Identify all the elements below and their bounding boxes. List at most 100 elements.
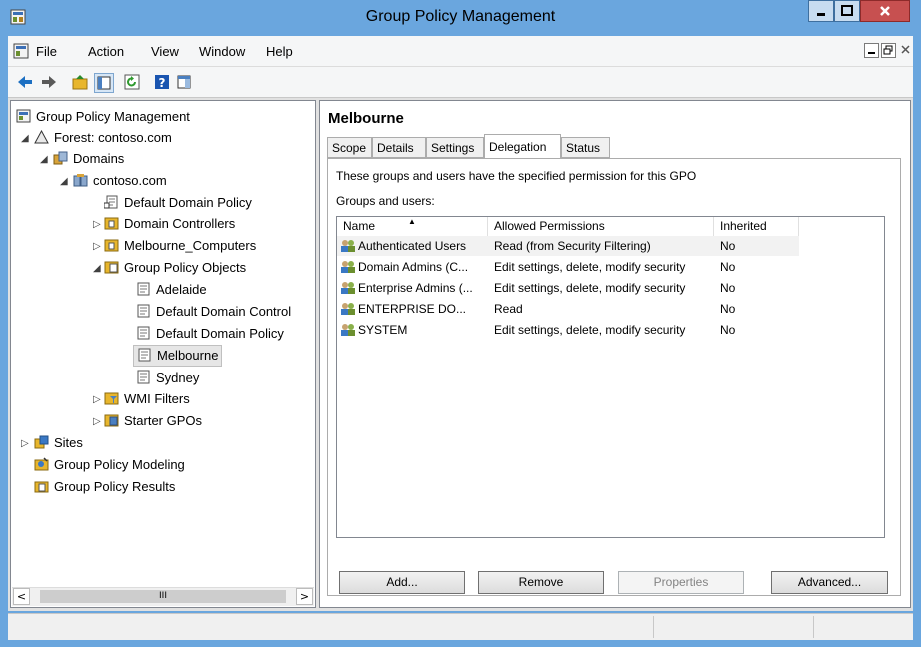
row-inherited: No [720,302,736,316]
results-icon [34,481,49,493]
toolbar: ? [8,67,913,98]
tree-item-contoso[interactable]: contoso.com [73,171,167,191]
gpo-icon [137,304,150,318]
refresh-icon[interactable] [123,73,141,91]
tab-details[interactable]: Details [372,137,426,158]
expand-arrow-icon[interactable]: ▷ [93,416,101,427]
close-icon [880,6,890,16]
menu-help[interactable]: Help [266,44,293,59]
domain-icon [73,174,88,187]
table-row[interactable]: Authenticated Users Read (from Security … [337,236,799,256]
child-restore-button[interactable] [881,43,896,58]
column-header-label: Name [343,219,376,233]
tab-status[interactable]: Status [561,137,610,158]
tree-item-results[interactable]: Group Policy Results [34,477,175,497]
close-button[interactable] [860,0,910,22]
scroll-right-button[interactable]: > [296,588,313,605]
expand-arrow-icon[interactable]: ▷ [93,241,101,252]
gpo-title: Melbourne [328,110,404,127]
minimize-button[interactable] [808,0,834,22]
tree-item-wmi-filters[interactable]: WMI Filters [104,389,190,409]
tree-item-gpo-default-domain-policy[interactable]: Default Domain Policy [136,324,284,344]
table-row[interactable]: Domain Admins (C... Edit settings, delet… [337,257,799,277]
restore-icon [883,45,893,55]
tree-item-forest[interactable]: Forest: contoso.com [34,128,172,148]
tree-item-domain-controllers[interactable]: Domain Controllers [104,214,235,234]
tree-item-gpo-default-domain-control[interactable]: Default Domain Control [136,302,291,322]
table-row[interactable]: ENTERPRISE DO... Read No [337,299,799,319]
tree-item-starter-gpos[interactable]: Starter GPOs [104,411,202,431]
tab-scope[interactable]: Scope [327,137,372,158]
gpmc-root-icon [16,109,31,123]
advanced-button[interactable]: Advanced... [771,571,888,594]
tree-item-domains[interactable]: Domains [53,149,124,169]
tree-item-group-policy-objects[interactable]: Group Policy Objects [104,258,246,278]
tree-item-label: Group Policy Management [36,109,190,124]
domains-icon [53,151,68,165]
tree-item-gpo-adelaide[interactable]: Adelaide [136,280,207,300]
collapse-arrow-icon[interactable]: ◢ [93,263,101,274]
permissions-list[interactable]: Name ▲ Allowed Permissions Inherited Aut… [336,216,885,538]
scroll-thumb[interactable]: III [40,590,286,603]
svg-text:?: ? [159,76,166,90]
tree-item-root[interactable]: Group Policy Management [16,107,190,127]
help-icon[interactable]: ? [153,73,171,91]
tab-delegation[interactable]: Delegation [484,134,561,159]
tree-item-label: Sites [54,435,83,450]
maximize-button[interactable] [834,0,860,22]
child-close-button[interactable] [898,43,913,58]
column-header-name[interactable]: Name ▲ [337,217,488,236]
tree-item-modeling[interactable]: Group Policy Modeling [34,455,185,475]
scroll-left-button[interactable]: < [13,588,30,605]
tree-item-label: Group Policy Modeling [54,457,185,472]
row-name: ENTERPRISE DO... [358,302,467,316]
collapse-arrow-icon[interactable]: ◢ [21,133,29,144]
tree-item-gpo-sydney[interactable]: Sydney [136,368,199,388]
console-tree[interactable]: Group Policy Management ◢ Forest: contos… [10,100,316,608]
tree-item-label: Default Domain Policy [156,326,284,341]
collapse-arrow-icon[interactable]: ◢ [40,154,48,165]
collapse-arrow-icon[interactable]: ◢ [60,176,68,187]
table-row[interactable]: SYSTEM Edit settings, delete, modify sec… [337,320,799,340]
modeling-icon [34,457,49,471]
expand-arrow-icon[interactable]: ▷ [93,219,101,230]
row-name: SYSTEM [358,323,408,337]
minimize-icon [817,13,825,16]
tree-item-melbourne-computers[interactable]: Melbourne_Computers [104,236,256,256]
child-minimize-button[interactable] [864,43,879,58]
tab-settings[interactable]: Settings [426,137,484,158]
expand-arrow-icon[interactable]: ▷ [93,394,101,405]
column-header-allowed-permissions[interactable]: Allowed Permissions [488,217,714,236]
column-header-label: Allowed Permissions [494,219,605,233]
menu-window[interactable]: Window [199,44,245,59]
main-content: Group Policy Management ◢ Forest: contos… [8,98,913,611]
back-icon[interactable] [16,73,34,91]
show-hide-console-tree-icon[interactable] [94,73,114,93]
delegation-panel: These groups and users have the specifie… [327,158,901,596]
forest-icon [34,130,49,144]
tree-item-sites[interactable]: Sites [34,433,83,453]
row-inherited: No [720,281,736,295]
row-name: Authenticated Users [358,239,467,253]
properties-button[interactable]: Properties [618,571,744,594]
tree-item-label: Domain Controllers [124,216,236,231]
menu-file[interactable]: File [36,44,57,59]
menu-view[interactable]: View [151,44,179,59]
menu-action[interactable]: Action [88,44,124,59]
console-system-menu-icon[interactable] [13,43,29,59]
tree-item-gpo-melbourne[interactable]: Melbourne [133,345,223,367]
tree-item-label: WMI Filters [124,391,190,406]
forward-icon[interactable] [40,73,58,91]
column-header-inherited[interactable]: Inherited [714,217,799,236]
scroll-grip-label: III [159,591,167,601]
remove-button[interactable]: Remove [478,571,604,594]
tree-horizontal-scrollbar[interactable]: < III > [12,587,314,606]
add-button[interactable]: Add... [339,571,465,594]
show-hide-action-pane-icon[interactable] [175,73,193,91]
up-folder-icon[interactable] [71,73,89,91]
table-row[interactable]: Enterprise Admins (... Edit settings, de… [337,278,799,298]
gpo-link-icon [104,195,118,209]
tree-item-default-domain-policy-link[interactable]: Default Domain Policy [104,193,252,213]
tree-item-label: contoso.com [93,173,167,188]
expand-arrow-icon[interactable]: ▷ [21,438,29,449]
